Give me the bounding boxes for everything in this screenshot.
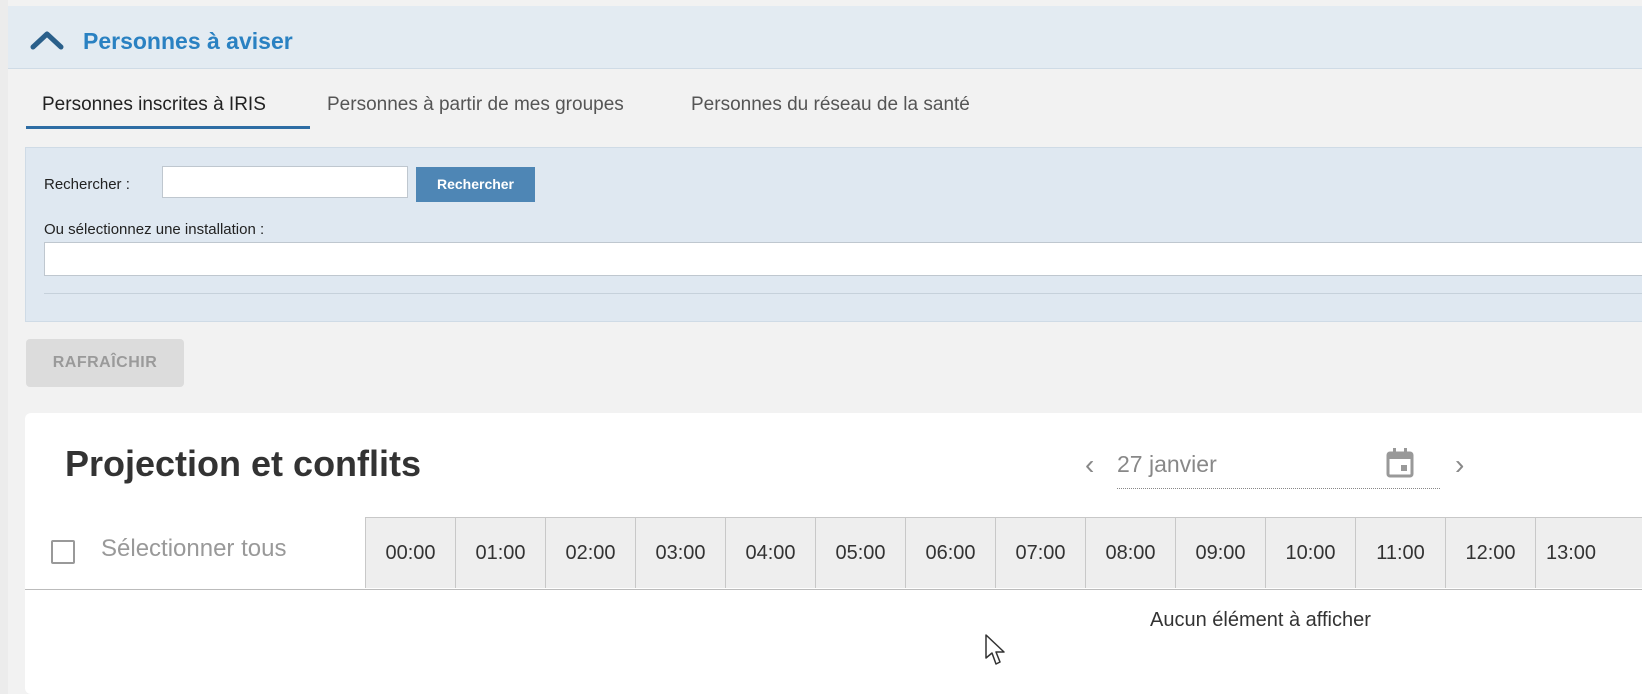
- select-all-checkbox[interactable]: [51, 540, 75, 564]
- search-input[interactable]: [162, 166, 408, 198]
- installation-label: Ou sélectionnez une installation :: [44, 221, 265, 238]
- hour-cell: 04:00: [725, 517, 815, 588]
- select-all-label: Sélectionner tous: [101, 535, 287, 562]
- installation-input[interactable]: [44, 242, 1642, 276]
- date-value: 27 janvier: [1117, 451, 1217, 477]
- panel-title: Personnes à aviser: [83, 28, 293, 54]
- tab-health-network[interactable]: Personnes du réseau de la santé: [691, 85, 970, 129]
- hour-cell: 08:00: [1085, 517, 1175, 588]
- hour-cell: 00:00: [365, 517, 455, 588]
- search-button[interactable]: Rechercher: [416, 167, 535, 202]
- refresh-button[interactable]: RAFRAÎCHIR: [26, 339, 184, 387]
- hour-cell: 01:00: [455, 517, 545, 588]
- hour-cell: 05:00: [815, 517, 905, 588]
- hour-cell: 02:00: [545, 517, 635, 588]
- hour-cell: 07:00: [995, 517, 1085, 588]
- chevron-left-icon[interactable]: ‹: [1085, 449, 1094, 481]
- hour-cell: 11:00: [1355, 517, 1445, 588]
- hour-cell: 09:00: [1175, 517, 1265, 588]
- projection-title: Projection et conflits: [65, 443, 422, 484]
- divider: [44, 293, 1642, 294]
- search-section: Rechercher : Rechercher Ou sélectionnez …: [25, 147, 1642, 322]
- tab-iris-registered[interactable]: Personnes inscrites à IRIS: [26, 85, 310, 129]
- hour-cell: 13:00: [1535, 517, 1642, 588]
- calendar-icon[interactable]: [1385, 447, 1415, 479]
- chevron-right-icon[interactable]: ›: [1455, 449, 1464, 481]
- hour-cell: 06:00: [905, 517, 995, 588]
- chevron-up-icon[interactable]: [30, 30, 64, 50]
- projection-card: Projection et conflits ‹ 27 janvier › Sé…: [25, 413, 1642, 694]
- persons-to-notify-panel: Personnes à aviser Personnes inscrites à…: [8, 0, 1642, 694]
- tab-my-groups[interactable]: Personnes à partir de mes groupes: [327, 85, 624, 129]
- timeline-header: Sélectionner tous 00:00 01:00 02:00 03:0…: [25, 517, 1642, 590]
- hour-cell: 03:00: [635, 517, 725, 588]
- search-label: Rechercher :: [44, 176, 130, 193]
- mouse-cursor-icon: [985, 634, 1005, 665]
- hour-cell: 12:00: [1445, 517, 1535, 588]
- hour-cell: 10:00: [1265, 517, 1355, 588]
- empty-message: Aucun élément à afficher: [1150, 609, 1371, 631]
- panel-header[interactable]: Personnes à aviser: [8, 6, 1642, 69]
